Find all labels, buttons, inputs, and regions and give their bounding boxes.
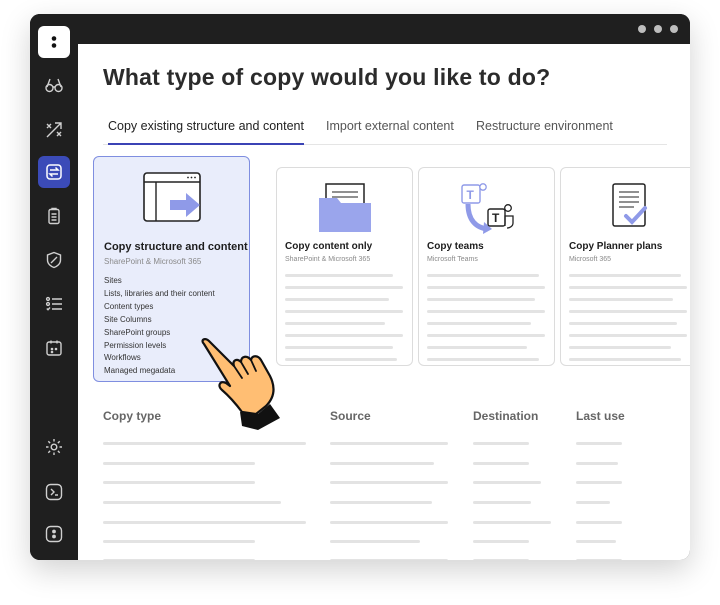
window-dot[interactable] <box>654 25 662 33</box>
card-subtitle: Microsoft 365 <box>569 256 612 263</box>
placeholder-line <box>285 346 393 349</box>
column-header-copy-type[interactable]: Copy type <box>103 409 161 423</box>
migration-arrows-icon[interactable] <box>38 114 70 146</box>
terminal-icon[interactable] <box>38 476 70 508</box>
binoculars-icon[interactable] <box>38 69 70 101</box>
folder-icon <box>277 182 412 232</box>
placeholder-line <box>427 346 527 349</box>
placeholder-line <box>427 358 539 361</box>
card-copy-planner[interactable]: Copy Planner plans Microsoft 365 <box>560 167 690 366</box>
window-arrow-icon <box>94 171 249 222</box>
tab-copy-existing[interactable]: Copy existing structure and content <box>108 119 304 145</box>
card-copy-teams[interactable]: T T Copy teams Microsoft Teams <box>418 167 555 366</box>
app-logo-icon[interactable] <box>38 26 70 58</box>
svg-text:T: T <box>466 188 474 202</box>
placeholder-line <box>285 298 389 301</box>
clipboard-icon[interactable] <box>38 200 70 232</box>
card-title: Copy teams <box>427 241 484 252</box>
placeholder-line <box>569 298 673 301</box>
copy-swap-icon[interactable] <box>38 156 70 188</box>
feature-item: Site Columns <box>104 314 152 324</box>
pointing-hand-icon <box>196 338 286 437</box>
shield-icon[interactable] <box>38 244 70 276</box>
card-title: Copy structure and content <box>104 241 248 253</box>
card-subtitle: SharePoint & Microsoft 365 <box>285 256 371 263</box>
column-header-destination[interactable]: Destination <box>473 409 538 423</box>
placeholder-line <box>569 286 687 289</box>
placeholder-line <box>569 322 677 325</box>
card-title: Copy Planner plans <box>569 241 663 252</box>
placeholder-line <box>569 334 687 337</box>
window-dot[interactable] <box>670 25 678 33</box>
card-copy-content[interactable]: Copy content only SharePoint & Microsoft… <box>276 167 413 366</box>
placeholder-line <box>285 286 403 289</box>
tab-bar: Copy existing structure and content Impo… <box>103 119 667 145</box>
feature-item: Content types <box>104 301 154 311</box>
page-title: What type of copy would you like to do? <box>103 64 551 90</box>
placeholder-line <box>427 334 545 337</box>
placeholder-line <box>569 358 681 361</box>
placeholder-line <box>427 298 535 301</box>
planner-icon <box>561 182 690 232</box>
feature-item: Sites <box>104 276 122 285</box>
title-bar <box>30 14 690 44</box>
placeholder-line <box>427 322 531 325</box>
column-header-source[interactable]: Source <box>330 409 371 423</box>
feature-item: Lists, libraries and their content <box>104 288 215 298</box>
placeholder-line <box>285 310 403 313</box>
placeholder-line <box>285 274 393 277</box>
calendar-icon[interactable] <box>38 332 70 364</box>
card-title: Copy content only <box>285 241 373 252</box>
placeholder-line <box>569 346 671 349</box>
gear-icon[interactable] <box>38 431 70 463</box>
teams-icon: T T <box>419 182 554 234</box>
placeholder-line <box>569 274 681 277</box>
placeholder-line <box>427 310 545 313</box>
app-badge-icon[interactable] <box>38 518 70 550</box>
svg-text:T: T <box>492 211 500 225</box>
placeholder-line <box>427 286 545 289</box>
app-window: What type of copy would you like to do? … <box>30 14 690 560</box>
main-content: What type of copy would you like to do? … <box>78 44 690 560</box>
placeholder-line <box>285 322 385 325</box>
placeholder-line <box>569 310 687 313</box>
placeholder-line <box>427 274 539 277</box>
tab-import-external[interactable]: Import external content <box>326 119 454 143</box>
checklist-icon[interactable] <box>38 288 70 320</box>
window-controls <box>638 25 678 33</box>
tab-restructure[interactable]: Restructure environment <box>476 119 613 143</box>
placeholder-line <box>285 334 403 337</box>
card-subtitle: SharePoint & Microsoft 365 <box>104 257 202 266</box>
card-subtitle: Microsoft Teams <box>427 256 478 263</box>
sidebar <box>30 14 78 560</box>
window-dot[interactable] <box>638 25 646 33</box>
placeholder-line <box>285 358 397 361</box>
column-header-last-use[interactable]: Last use <box>576 409 625 423</box>
